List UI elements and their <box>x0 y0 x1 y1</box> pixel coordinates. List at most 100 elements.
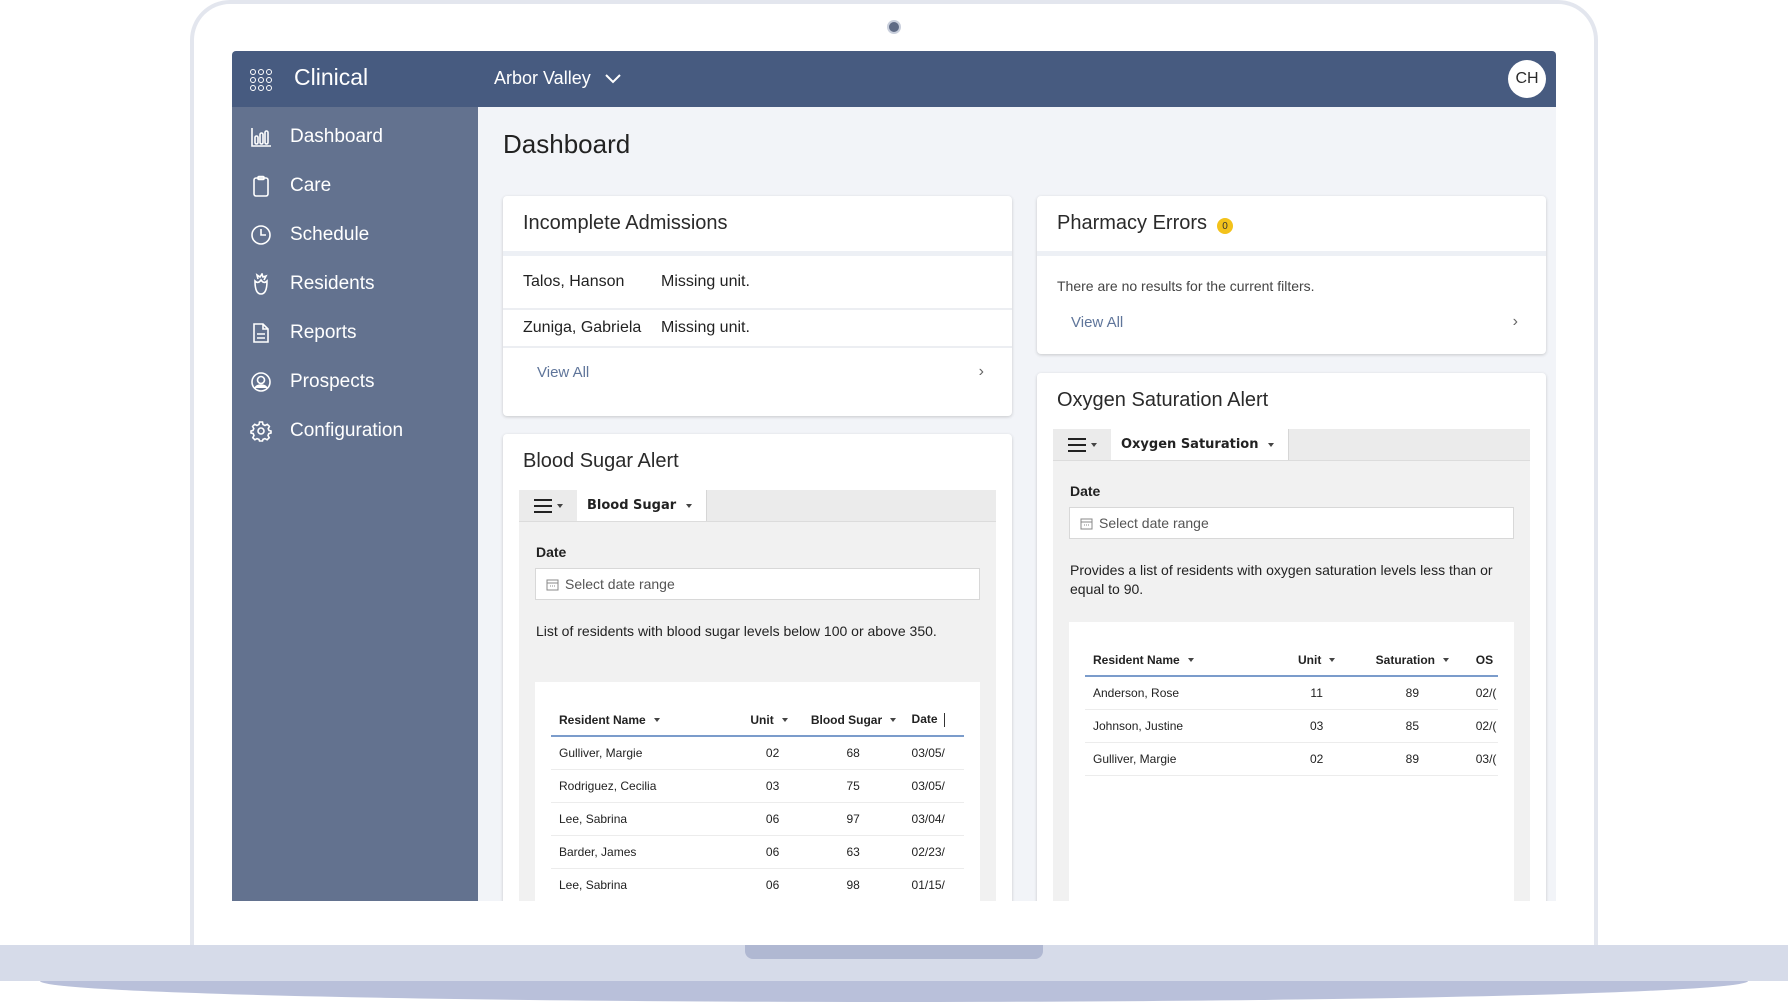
sidebar-item-prospects[interactable]: Prospects <box>232 357 478 406</box>
sort-caret-icon <box>653 718 660 723</box>
table-row[interactable]: Anderson, Rose 11 89 02/( <box>1085 676 1498 710</box>
chevron-down-icon <box>605 73 621 83</box>
incomplete-admissions-card: Incomplete Admissions Talos, Hanson Miss… <box>503 196 1012 416</box>
sidebar-item-label: Dashboard <box>290 125 383 147</box>
table-cell: 06 <box>742 802 803 836</box>
column-header-blood-sugar[interactable]: Blood Sugar <box>802 704 904 737</box>
table-row[interactable]: Lee, Sabrina 06 98 01/15/ <box>551 868 964 901</box>
column-header-os[interactable]: OS <box>1467 644 1498 677</box>
table-header-row: Resident Name Unit Saturation OS <box>1085 644 1498 677</box>
facility-selector[interactable]: Arbor Valley <box>494 68 621 89</box>
admission-row[interactable]: Zuniga, Gabriela Missing unit. <box>503 310 1012 348</box>
sidebar-item-configuration[interactable]: Configuration <box>232 406 478 455</box>
column-label: Resident Name <box>1093 652 1180 667</box>
admission-issue: Missing unit. <box>661 273 750 290</box>
table-row[interactable]: Barder, James 06 63 02/23/ <box>551 835 964 869</box>
caret-down-icon <box>1268 442 1275 447</box>
table-cell: 06 <box>742 835 803 869</box>
sidebar-item-residents[interactable]: Residents <box>232 259 478 308</box>
laptop-notch <box>745 945 1043 959</box>
facility-name: Arbor Valley <box>494 68 591 88</box>
oxygen-table: Resident Name Unit Saturation OS Anderso… <box>1085 644 1498 776</box>
tab-oxygen-saturation[interactable]: Oxygen Saturation <box>1111 429 1290 460</box>
flower-icon <box>250 272 272 296</box>
column-label: Resident Name <box>559 712 646 727</box>
table-row[interactable]: Johnson, Justine 03 85 02/( <box>1085 709 1498 743</box>
column-header-saturation[interactable]: Saturation <box>1356 644 1468 677</box>
date-range-input[interactable]: Select date range <box>535 568 980 600</box>
laptop-base-edge <box>40 981 1748 1002</box>
caret-down-icon <box>557 504 563 508</box>
admission-row[interactable]: Talos, Hanson Missing unit. <box>503 256 1012 310</box>
table-cell: 98 <box>802 868 904 901</box>
card-title: Incomplete Admissions <box>523 212 728 234</box>
table-cell: 63 <box>802 835 904 869</box>
column-label: Unit <box>750 712 774 727</box>
column-label: OS <box>1475 652 1494 667</box>
table-row[interactable]: Lee, Sabrina 06 97 03/04/ <box>551 802 964 836</box>
sidebar-item-dashboard[interactable]: Dashboard <box>232 112 478 161</box>
column-header-resident-name[interactable]: Resident Name <box>1085 644 1277 677</box>
table-cell: 02 <box>742 736 803 770</box>
column-header-unit[interactable]: Unit <box>1276 644 1357 677</box>
column-header-resident-name[interactable]: Resident Name <box>551 704 743 737</box>
table-cell: 03/( <box>1467 742 1498 776</box>
table-cell: 03/05/ <box>903 736 964 770</box>
sidebar: Dashboard Care Schedule Residents Report… <box>232 107 478 901</box>
table-cell: 75 <box>802 769 904 803</box>
sort-caret-icon <box>1443 658 1450 663</box>
table-cell: 89 <box>1356 676 1468 710</box>
sidebar-item-label: Reports <box>290 321 357 343</box>
webcam-icon <box>887 20 901 34</box>
date-range-input[interactable]: Select date range <box>1069 507 1514 539</box>
card-title: Pharmacy Errors <box>1057 212 1208 234</box>
page-title: Dashboard <box>503 129 631 159</box>
hamburger-icon <box>1068 438 1086 452</box>
blood-sugar-alert-card: Blood Sugar Alert Blood Sugar Date Selec… <box>503 434 1012 901</box>
column-resize-handle[interactable] <box>943 712 946 727</box>
oxygen-table-container: Resident Name Unit Saturation OS Anderso… <box>1069 622 1514 901</box>
sidebar-item-label: Prospects <box>290 370 375 392</box>
sidebar-item-schedule[interactable]: Schedule <box>232 210 478 259</box>
table-cell: Anderson, Rose <box>1085 676 1277 710</box>
chevron-right-icon: › <box>1512 313 1518 330</box>
column-header-unit[interactable]: Unit <box>742 704 803 737</box>
tab-blood-sugar[interactable]: Blood Sugar <box>577 490 708 521</box>
table-body: Anderson, Rose 11 89 02/(Johnson, Justine 03… <box>1085 676 1498 776</box>
table-header-row: Resident Name Unit Blood Sugar Date <box>551 704 964 737</box>
view-all-link[interactable]: View All › <box>1037 304 1546 340</box>
table-row[interactable]: Rodriguez, Cecilia 03 75 03/05/ <box>551 769 964 803</box>
table-cell: 03 <box>1276 709 1357 743</box>
report-menu-button[interactable] <box>519 490 577 522</box>
tab-label: Oxygen Saturation <box>1121 437 1259 452</box>
card-title: Oxygen Saturation Alert <box>1057 389 1269 411</box>
count-badge: 0 <box>1217 218 1234 234</box>
table-row[interactable]: Gulliver, Margie 02 68 03/05/ <box>551 736 964 770</box>
hamburger-icon <box>534 499 552 513</box>
calendar-icon <box>546 579 559 590</box>
card-header: Oxygen Saturation Alert <box>1037 373 1546 429</box>
date-filter-label: Date <box>536 544 567 560</box>
admission-issue: Missing unit. <box>661 319 750 336</box>
table-body: Gulliver, Margie 02 68 03/05/Rodriguez, Cec… <box>551 736 964 901</box>
date-range-placeholder: Select date range <box>1099 515 1209 531</box>
table-cell: Barder, James <box>551 835 743 869</box>
column-label: Date <box>911 712 938 727</box>
sort-caret-icon <box>1187 658 1194 663</box>
report-panel: Oxygen Saturation Date Select date range… <box>1053 429 1530 901</box>
app-brand: Clinical <box>294 64 369 90</box>
report-menu-button[interactable] <box>1053 429 1111 461</box>
table-cell: 68 <box>802 736 904 770</box>
main-content: Dashboard Incomplete Admissions Talos, H… <box>478 107 1556 901</box>
top-bar: Clinical Arbor Valley CH <box>232 51 1556 107</box>
sidebar-item-care[interactable]: Care <box>232 161 478 210</box>
table-row[interactable]: Gulliver, Margie 02 89 03/( <box>1085 742 1498 776</box>
column-header-date[interactable]: Date <box>903 704 964 737</box>
table-cell: Johnson, Justine <box>1085 709 1277 743</box>
table-cell: 06 <box>742 868 803 901</box>
column-label: Saturation <box>1375 652 1436 667</box>
app-launcher-icon[interactable] <box>250 69 272 91</box>
user-avatar[interactable]: CH <box>1508 60 1546 98</box>
sidebar-item-reports[interactable]: Reports <box>232 308 478 357</box>
view-all-link[interactable]: View All › <box>503 348 1012 396</box>
